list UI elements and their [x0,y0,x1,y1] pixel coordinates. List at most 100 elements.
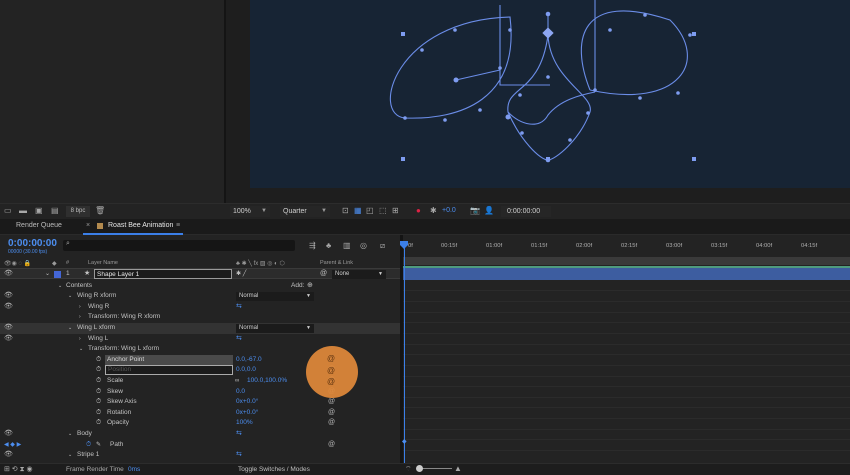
tab-render-queue[interactable]: Render Queue [16,222,62,229]
new-composition-icon[interactable]: ▣ [35,205,43,217]
stopwatch-icon[interactable]: ⏱ [96,355,101,366]
timeline-current-time[interactable]: 0:00:00:00 [8,238,57,249]
region-of-interest-icon[interactable]: ⬚ [379,205,387,217]
composition-canvas[interactable] [250,0,850,188]
contents-row[interactable]: ⌄ Contents Add: ⊕ [0,281,400,292]
trash-icon[interactable]: 🗑 [95,205,105,217]
keyframe-nav-icon[interactable]: ◀ ◆ ▶ [4,440,21,451]
stopwatch-icon[interactable]: ⏱ [96,387,101,398]
opacity-value[interactable]: 100% [236,418,253,429]
grid-guides-icon[interactable]: ⊞ [392,205,399,217]
comp-flowchart-icon[interactable]: ⇶ [309,240,316,252]
parent-dropdown[interactable]: None ▼ [332,270,386,279]
stopwatch-icon[interactable]: ⏱ [96,365,101,376]
toggle-switches-modes-button[interactable]: Toggle Switches / Modes [238,466,310,473]
new-folder-icon[interactable]: ▬ [19,205,27,217]
chevron-down-icon[interactable]: ⌄ [79,344,83,355]
rotation-row[interactable]: ⏱ Rotation 0x+0.0° @ [0,408,400,419]
eye-icon[interactable]: 👁 [4,429,13,440]
chevron-right-icon[interactable]: › [79,334,81,345]
project-settings-icon[interactable]: ▤ [51,205,59,217]
current-time-field[interactable]: 0:00:00:00 [501,206,551,217]
eye-icon[interactable]: 👁 [4,323,13,334]
chevron-down-icon[interactable]: ⌄ [68,450,72,461]
timeline-zoom-slider[interactable] [420,468,452,469]
skew-axis-value[interactable]: 0x+0.0° [236,397,258,408]
work-area-bar[interactable] [403,257,850,265]
expression-pickwhip-icon[interactable]: @ [328,418,335,429]
stripe-1-row[interactable]: 👁 ⌄ Stripe 1 ⇆ [0,450,400,461]
chevron-down-icon[interactable]: ⌄ [68,291,72,302]
transparency-grid-icon[interactable]: ▦ [354,205,362,217]
keyframe-icon[interactable]: ◆ [402,438,407,445]
exposure-value[interactable]: +0.0 [442,207,456,214]
expression-pickwhip-icon[interactable]: @ [328,408,335,419]
tab-roast-bee-animation[interactable]: Roast Bee Animation [108,222,173,229]
graph-editor-icon[interactable]: ⧄ [380,240,385,252]
frame-blending-icon[interactable]: ▥ [343,240,351,252]
mask-visibility-icon[interactable]: ◰ [366,205,374,217]
position-value[interactable]: 0.0,0.0 [236,365,256,376]
stopwatch-icon[interactable]: ⏱ [86,440,91,451]
blend-mode-dropdown[interactable]: Normal ▼ [236,324,314,333]
show-snapshot-icon[interactable]: 👤 [484,205,494,217]
chevron-right-icon[interactable]: › [79,302,81,313]
chevron-down-icon[interactable]: ⌄ [58,281,62,292]
layer-search-input[interactable]: ⌕ [63,240,295,251]
path-link-icon[interactable]: ⇆ [236,302,242,313]
rotation-value[interactable]: 0x+0.0° [236,408,258,419]
anchor-point-value[interactable]: 0.0,-67.0 [236,355,262,366]
exposure-icon[interactable]: ✱ [430,205,437,217]
snapshot-icon[interactable]: 📷 [470,205,480,217]
wing-r-xform-row[interactable]: 👁 ⌄ Wing R xform Normal ▼ [0,291,400,302]
transform-wing-r-row[interactable]: › Transform: Wing R xform [0,312,400,323]
layer-name-field[interactable]: Shape Layer 1 [94,269,232,279]
expression-pickwhip-icon[interactable]: @ [328,397,335,408]
blend-mode-dropdown[interactable]: Normal ▼ [236,292,314,301]
layer-switches[interactable]: ✱ ╱ [236,269,246,280]
close-icon[interactable]: × [86,222,90,229]
eye-icon[interactable]: 👁 [4,269,13,280]
chevron-down-icon[interactable]: ⌄ [68,323,72,334]
chevron-down-icon[interactable]: ⌄ [45,269,50,280]
expression-pickwhip-icon[interactable]: @ [328,440,335,451]
bit-depth-button[interactable]: 8 bpc [66,206,90,217]
wing-l-row[interactable]: 👁 › Wing L ⇆ [0,334,400,345]
add-icon[interactable]: ⊕ [307,281,313,292]
constrain-proportions-icon[interactable]: ∞ [235,376,239,387]
layer-duration-bar[interactable] [403,268,850,280]
current-time-indicator-head[interactable] [400,241,408,249]
chevron-down-icon[interactable]: ⌄ [68,429,72,440]
wing-r-row[interactable]: 👁 › Wing R ⇆ [0,302,400,313]
eye-icon[interactable]: 👁 [4,291,13,302]
zoom-out-icon[interactable]: ⌔ [405,465,412,474]
timeline-zoom-thumb[interactable] [416,465,423,472]
pick-whip-icon[interactable]: @ [320,269,327,280]
label-color-swatch[interactable] [54,271,61,278]
chevron-right-icon[interactable]: › [79,312,81,323]
current-time-indicator[interactable] [404,241,405,463]
magnification-dropdown[interactable]: 100% ▼ [230,206,270,217]
stopwatch-icon[interactable]: ⏱ [96,408,101,419]
skew-axis-row[interactable]: ⏱ Skew Axis 0x+0.0° @ [0,397,400,408]
resolution-dropdown[interactable]: Quarter ▼ [280,206,330,217]
fast-previews-icon[interactable]: ⊡ [342,205,349,217]
col-layer-name-label[interactable]: Layer Name [88,260,118,266]
motion-blur-icon[interactable]: ◎ [360,240,367,252]
path-row[interactable]: ◀ ◆ ▶ ⏱ ✎ Path @ [0,440,400,451]
scale-value[interactable]: 100.0,100.0% [247,376,287,387]
color-channels-icon[interactable]: ● [416,205,421,217]
interpret-footage-icon[interactable]: ▭ [4,205,12,217]
eye-icon[interactable]: 👁 [4,302,13,313]
path-link-icon[interactable]: ⇆ [236,450,242,461]
stopwatch-icon[interactable]: ⏱ [96,376,101,387]
path-link-icon[interactable]: ⇆ [236,429,242,440]
render-toggle-icons[interactable]: ⊞ ⟲ ⧗ ◉ [4,465,33,474]
wing-l-xform-row[interactable]: 👁 ⌄ Wing L xform Normal ▼ [0,323,400,334]
layer-row[interactable]: 👁 ⌄ 1 ★ Shape Layer 1 ✱ ╱ @ None ▼ [0,268,400,279]
path-link-icon[interactable]: ⇆ [236,334,242,345]
skew-value[interactable]: 0.0 [236,387,245,398]
body-row[interactable]: 👁 ⌄ Body ⇆ [0,429,400,440]
eye-icon[interactable]: 👁 [4,450,13,461]
stopwatch-icon[interactable]: ⏱ [96,418,101,429]
